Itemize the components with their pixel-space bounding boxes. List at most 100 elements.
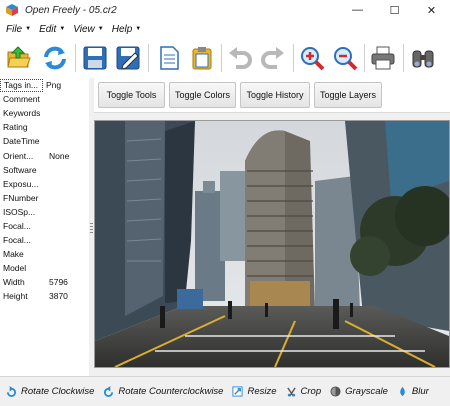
- property-key: Software: [3, 164, 37, 175]
- open-button[interactable]: [4, 43, 34, 73]
- document-button[interactable]: [154, 43, 184, 73]
- toggle-colors-button[interactable]: Toggle Colors: [169, 82, 236, 108]
- property-row[interactable]: Software: [0, 163, 89, 177]
- property-key: Orient...: [3, 150, 34, 161]
- property-row[interactable]: Rating: [0, 120, 89, 134]
- image-panel: Toggle Tools Toggle Colors Toggle Histor…: [94, 78, 450, 376]
- minimize-icon: —: [352, 4, 363, 16]
- rotate-clockwise-icon: [6, 386, 17, 397]
- property-row[interactable]: ISOSp...: [0, 205, 89, 219]
- undo-button[interactable]: [225, 43, 255, 73]
- properties-header-row[interactable]: Tags in... Png: [0, 78, 89, 92]
- blur-label: Blur: [411, 386, 429, 397]
- rotate-counterclockwise-label: Rotate Counterclockwise: [118, 386, 224, 397]
- property-key: Focal...: [3, 220, 31, 231]
- app-logo-icon: [6, 4, 18, 16]
- property-row[interactable]: Focal...: [0, 219, 89, 233]
- property-row[interactable]: Comment: [0, 92, 89, 106]
- property-key: Tags in...: [0, 78, 43, 92]
- grayscale-label: Grayscale: [345, 386, 388, 397]
- grayscale-button[interactable]: Grayscale: [330, 386, 388, 397]
- maximize-button[interactable]: ☐: [376, 0, 413, 20]
- property-row[interactable]: Exposu...: [0, 177, 89, 191]
- crop-button[interactable]: Crop: [286, 386, 322, 397]
- toggle-tools-button[interactable]: Toggle Tools: [98, 82, 165, 108]
- property-row[interactable]: Focal...: [0, 233, 89, 247]
- property-row[interactable]: FNumber: [0, 191, 89, 205]
- property-key: FNumber: [3, 192, 39, 203]
- refresh-button[interactable]: [40, 43, 70, 73]
- clipboard-icon: [192, 47, 212, 70]
- open-folder-icon: [7, 46, 31, 68]
- street-photo-image: [95, 121, 449, 367]
- property-key: ISOSp...: [3, 206, 36, 217]
- crop-label: Crop: [300, 386, 322, 397]
- property-row[interactable]: Orient... None: [0, 148, 89, 162]
- chevron-down-icon: ▼: [135, 26, 142, 32]
- toggle-history-button[interactable]: Toggle History: [240, 82, 310, 108]
- save-icon: [83, 46, 107, 70]
- toggle-layers-button[interactable]: Toggle Layers: [314, 82, 382, 108]
- splitter-grip-icon: [90, 223, 93, 233]
- property-row[interactable]: Keywords: [0, 106, 89, 120]
- menu-edit-label: Edit: [39, 23, 57, 35]
- property-value: 3870: [49, 291, 68, 302]
- save-as-icon: [116, 46, 140, 70]
- resize-button[interactable]: Resize: [232, 386, 277, 397]
- zoom-in-icon: [301, 47, 325, 71]
- property-key: Exposu...: [3, 178, 39, 189]
- document-icon: [160, 46, 179, 70]
- menu-bar: File ▼ Edit ▼ View ▼ Help ▼: [0, 20, 450, 38]
- minimize-button[interactable]: —: [339, 0, 376, 20]
- image-canvas[interactable]: [94, 120, 450, 368]
- menu-view-label: View: [73, 23, 95, 35]
- properties-panel: Tags in... Png Comment Keywords Rating Date…: [0, 78, 90, 376]
- redo-button[interactable]: [258, 43, 288, 73]
- zoom-out-button[interactable]: [330, 43, 360, 73]
- property-row[interactable]: Model: [0, 261, 89, 275]
- property-key: Focal...: [3, 235, 31, 246]
- print-button[interactable]: [368, 43, 398, 73]
- property-value: 5796: [49, 277, 68, 288]
- property-row[interactable]: DateTime: [0, 134, 89, 148]
- rotate-clockwise-label: Rotate Clockwise: [21, 386, 95, 397]
- undo-icon: [229, 47, 252, 69]
- menu-file[interactable]: File ▼: [6, 24, 31, 35]
- paste-button[interactable]: [187, 43, 217, 73]
- refresh-icon: [44, 46, 66, 70]
- maximize-icon: ☐: [389, 4, 400, 17]
- rotate-counterclockwise-button[interactable]: Rotate Counterclockwise: [103, 386, 223, 397]
- property-key: Height: [3, 291, 28, 302]
- property-row[interactable]: Make: [0, 247, 89, 261]
- property-row[interactable]: Height 3870: [0, 289, 89, 303]
- resize-label: Resize: [247, 386, 277, 397]
- property-key: Keywords: [3, 108, 41, 119]
- property-value: Png: [46, 80, 62, 91]
- blur-icon: [397, 386, 408, 397]
- zoom-in-button[interactable]: [297, 43, 327, 73]
- crop-icon: [286, 386, 297, 397]
- menu-file-label: File: [6, 23, 23, 35]
- menu-view[interactable]: View ▼: [73, 24, 103, 35]
- blur-button[interactable]: Blur: [397, 386, 429, 397]
- property-key: Model: [3, 263, 27, 274]
- rotate-counterclockwise-icon: [103, 386, 114, 397]
- redo-icon: [261, 47, 284, 69]
- property-key: Width: [3, 277, 25, 288]
- save-as-button[interactable]: [113, 43, 143, 73]
- rotate-clockwise-button[interactable]: Rotate Clockwise: [6, 386, 94, 397]
- menu-edit[interactable]: Edit ▼: [39, 24, 65, 35]
- menu-help[interactable]: Help ▼: [112, 24, 142, 35]
- find-button[interactable]: [408, 43, 438, 73]
- close-icon: ✕: [426, 4, 437, 17]
- resize-icon: [232, 386, 244, 397]
- print-icon: [371, 46, 395, 70]
- grayscale-icon: [330, 386, 341, 397]
- toolbar: [0, 38, 450, 79]
- menu-help-label: Help: [111, 23, 133, 35]
- save-button[interactable]: [80, 43, 110, 73]
- window-title: Open Freely - 05.cr2: [25, 4, 117, 16]
- property-value: None: [49, 150, 70, 161]
- close-button[interactable]: ✕: [413, 0, 450, 20]
- property-row[interactable]: Width 5796: [0, 275, 89, 289]
